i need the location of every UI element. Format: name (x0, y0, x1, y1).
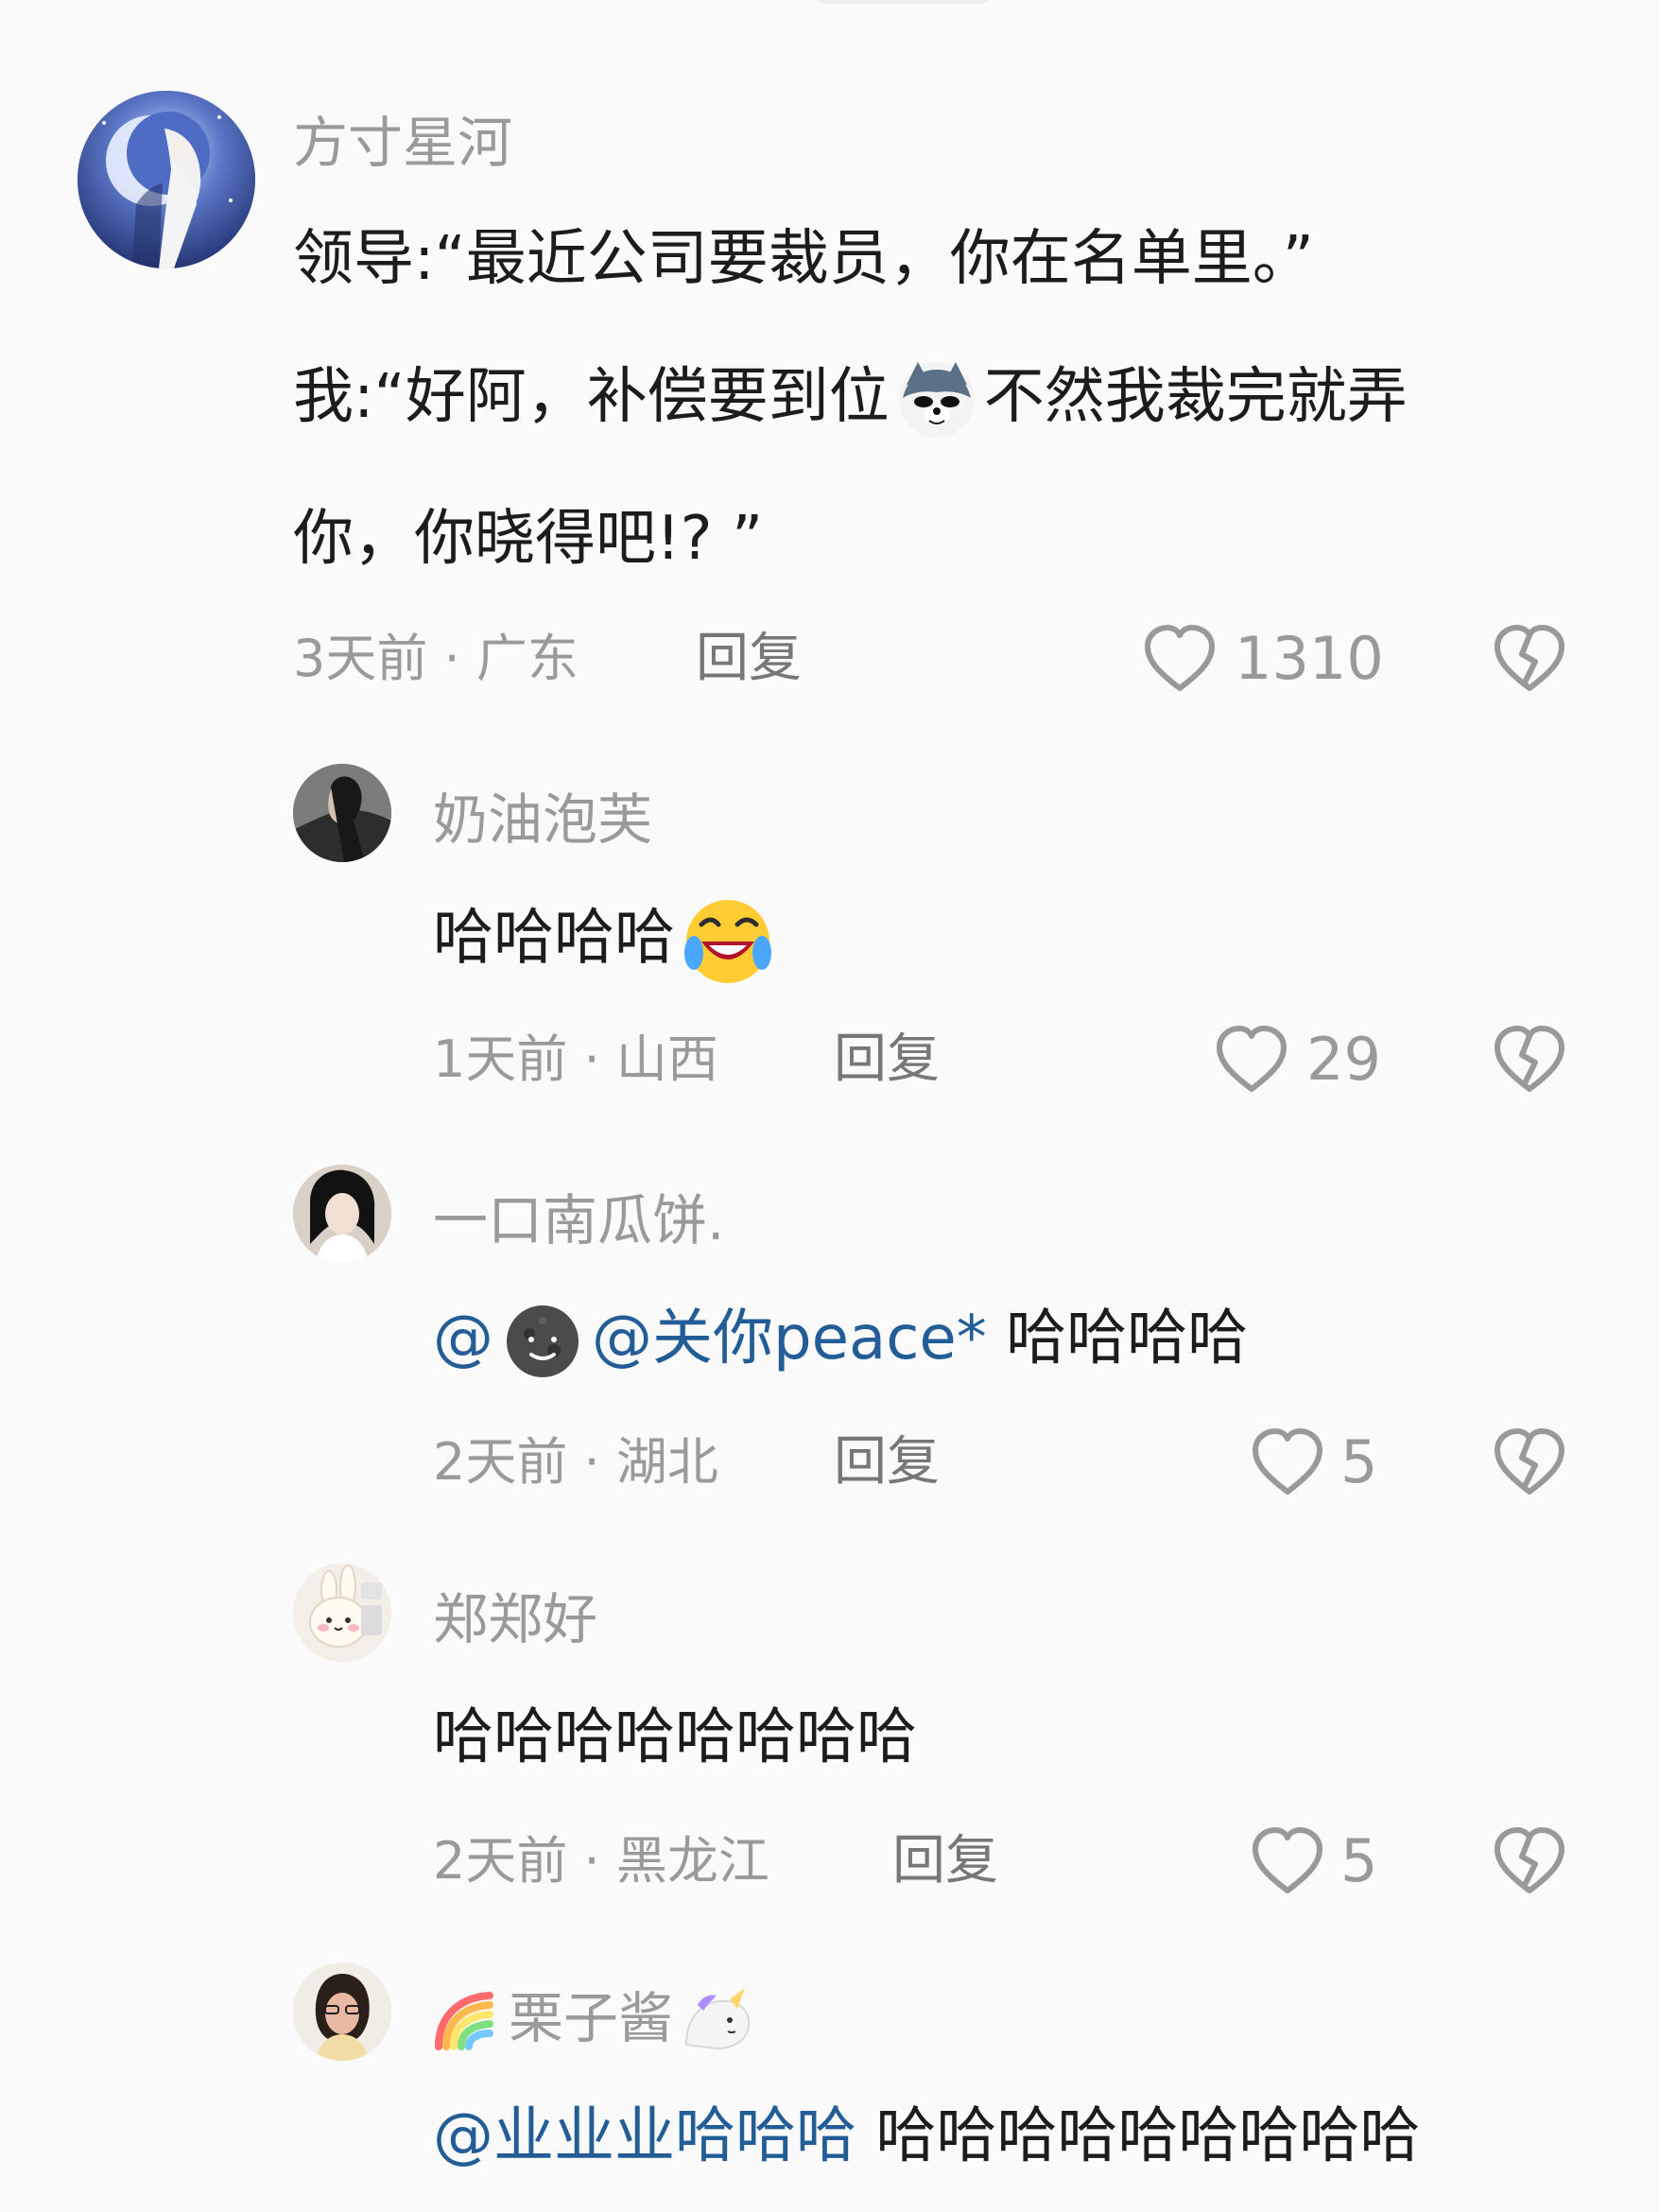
comment-5: 栗子酱 @业业业哈哈哈 哈哈哈哈哈哈哈哈哈 (0, 0, 1659, 2212)
mention-user[interactable]: @业业业哈哈哈 (433, 2101, 856, 2171)
comment-list: 方寸星河 领导:“最近公司要裁员，你在名单里。” 我:“好阿，补偿要到位 不然我… (0, 0, 1659, 2212)
woman-avatar-icon[interactable] (293, 1962, 391, 2061)
comment-text-main: 哈哈哈哈哈哈哈哈哈 (856, 2101, 1421, 2171)
comment-text: @业业业哈哈哈 哈哈哈哈哈哈哈哈哈 (433, 2093, 1420, 2180)
username[interactable]: 栗子酱 (433, 1978, 756, 2059)
rainbow-emoji-icon (433, 1988, 507, 2056)
username-text: 栗子酱 (509, 1986, 674, 2050)
unicorn-emoji-icon (675, 1987, 756, 2056)
